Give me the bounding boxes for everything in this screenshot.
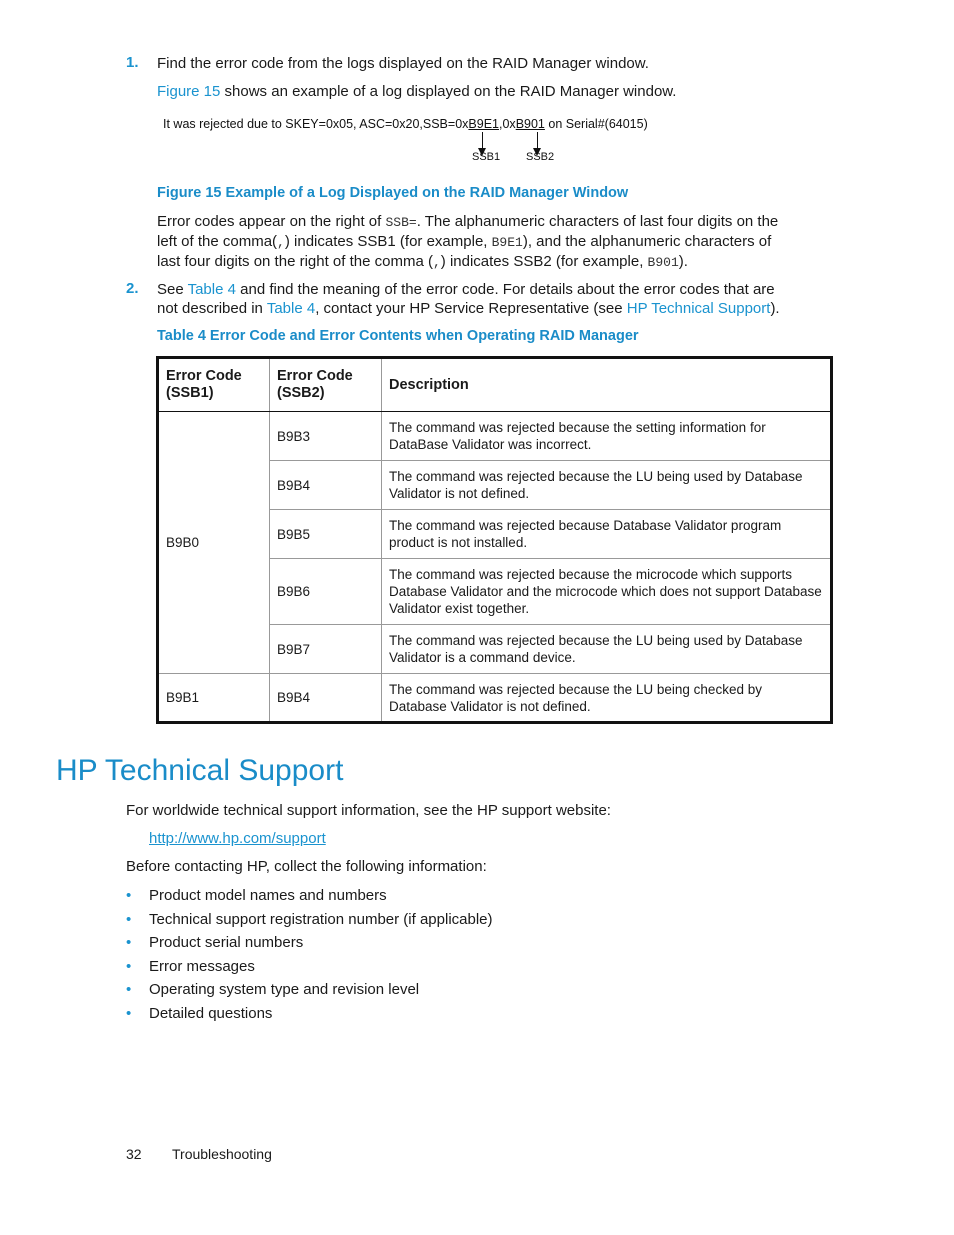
- cell-ssb2: B9B4: [269, 460, 382, 510]
- cell-description: The command was rejected because the mic…: [381, 558, 832, 625]
- cell-description: The command was rejected because the LU …: [381, 673, 832, 723]
- list-item: • Error messages: [126, 955, 493, 979]
- figure-caption: Figure 15 Example of a Log Displayed on …: [157, 185, 629, 201]
- ssb1-value: B9E1: [468, 117, 499, 131]
- header-ssb1: Error Code (SSB1): [157, 357, 270, 412]
- support-before-text: Before contacting HP, collect the follow…: [126, 858, 487, 875]
- list-item: • Detailed questions: [126, 1002, 493, 1026]
- bullet-icon: •: [126, 910, 132, 928]
- list-item: • Technical support registration number (…: [126, 908, 493, 932]
- bullet-icon: •: [126, 957, 132, 975]
- bullet-icon: •: [126, 1004, 132, 1022]
- support-url-link[interactable]: http://www.hp.com/support: [149, 829, 326, 848]
- header-ssb2: Error Code (SSB2): [269, 357, 382, 412]
- ssb1-label: SSB1: [472, 151, 501, 163]
- list-item: • Operating system type and revision leve…: [126, 978, 493, 1002]
- table-4-link[interactable]: Table 4: [188, 281, 236, 298]
- table-4-link[interactable]: Table 4: [267, 300, 315, 317]
- table-row: B9B0 B9B3 The command was rejected becau…: [157, 411, 832, 674]
- cell-description: The command was rejected because the LU …: [381, 460, 832, 510]
- footer-section-name: Troubleshooting: [172, 1146, 272, 1162]
- log-figure: It was rejected due to SKEY=0x05, ASC=0x…: [160, 114, 680, 168]
- section-heading: HP Technical Support: [56, 754, 344, 787]
- cell-ssb1: B9B1: [157, 673, 270, 723]
- step-2-text: See Table 4 and find the meaning of the …: [157, 281, 780, 317]
- header-description: Description: [381, 357, 832, 412]
- cell-ssb2: B9B4: [269, 673, 382, 723]
- explanation-paragraph: Error codes appear on the right of SSB=.…: [157, 213, 779, 270]
- table-row: B9B1 B9B4 The command was rejected becau…: [157, 673, 832, 723]
- bullet-icon: •: [126, 981, 132, 998]
- support-intro: For worldwide technical support informat…: [126, 802, 611, 819]
- cell-ssb2: B9B6: [269, 558, 382, 625]
- table-caption: Table 4 Error Code and Error Contents wh…: [157, 328, 639, 344]
- info-checklist: • Product model names and numbers • Techni…: [126, 884, 493, 1025]
- page-number: 32: [126, 1146, 142, 1162]
- error-code-table: Error Code (SSB1) Error Code (SSB2) Descri…: [156, 356, 833, 724]
- cell-description: The command was rejected because the LU …: [381, 624, 832, 674]
- step-2-number: 2.: [126, 280, 139, 297]
- hp-technical-support-link[interactable]: HP Technical Support: [627, 300, 771, 317]
- cell-description: The command was rejected because Databas…: [381, 509, 832, 559]
- figure-15-link[interactable]: Figure 15: [157, 83, 220, 100]
- cell-description: The command was rejected because the set…: [381, 411, 832, 461]
- list-item: • Product model names and numbers: [126, 884, 493, 908]
- cell-ssb1: B9B0: [157, 411, 270, 674]
- list-item: • Product serial numbers: [126, 931, 493, 955]
- ssb2-value: B901: [515, 117, 545, 131]
- log-line: It was rejected due to SKEY=0x05, ASC=0x…: [163, 117, 648, 131]
- bullet-icon: •: [126, 887, 132, 904]
- cell-ssb2: B9B5: [269, 509, 382, 559]
- figure-reference-sentence: Figure 15 shows an example of a log disp…: [157, 83, 677, 100]
- step-1-text: Find the error code from the logs displa…: [157, 55, 649, 72]
- ssb2-label: SSB2: [526, 151, 555, 163]
- cell-ssb2: B9B3: [269, 411, 382, 461]
- step-1-number: 1.: [126, 54, 139, 71]
- table-header-row: Error Code (SSB1) Error Code (SSB2) Descri…: [157, 357, 832, 412]
- cell-ssb2: B9B7: [269, 624, 382, 674]
- bullet-icon: •: [126, 934, 132, 951]
